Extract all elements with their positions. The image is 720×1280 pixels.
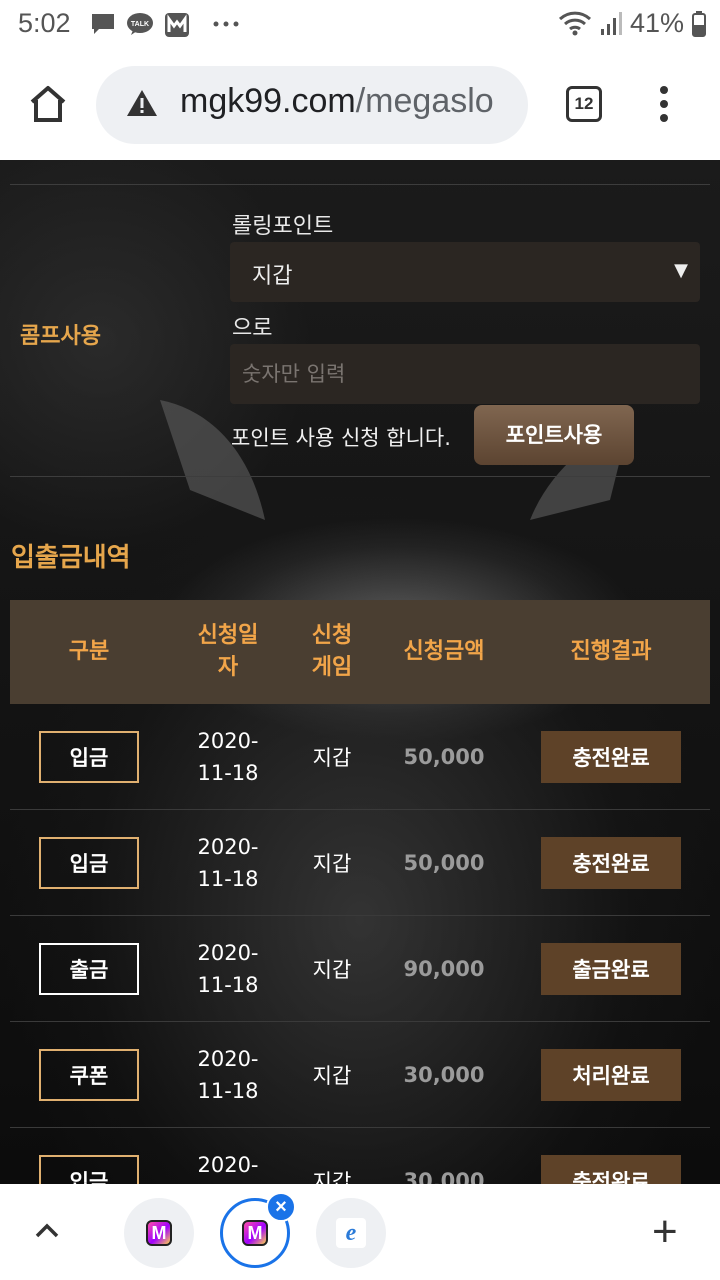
rolling-point-label: 롤링포인트 [232, 214, 334, 239]
bottom-tab-bar: M M × e + [0, 1184, 720, 1280]
date-line1: 2020- [197, 1153, 259, 1177]
date-line1: 2020- [197, 729, 259, 753]
amount-cell: 30,000 [403, 1169, 485, 1184]
game-cell: 지갑 [312, 958, 352, 982]
status-badge: 충전완료 [541, 731, 681, 783]
tab-thumbnail[interactable]: M [124, 1198, 194, 1268]
wallet-select[interactable]: 지갑 ▼ [230, 242, 700, 302]
status-badge: 충전완료 [541, 837, 681, 889]
game-cell: 지갑 [312, 1170, 352, 1184]
m-app-icon: M [146, 1220, 172, 1246]
warning-icon[interactable] [126, 88, 158, 118]
close-tab-icon[interactable]: × [266, 1192, 296, 1222]
date-line1: 2020- [197, 1047, 259, 1071]
amount-cell: 50,000 [403, 851, 485, 875]
message-icon [92, 14, 114, 34]
wallet-select-value: 지갑 [252, 264, 293, 289]
amount-cell: 50,000 [403, 745, 485, 769]
url-path: /megaslo [355, 82, 494, 120]
col-game-line2: 게임 [311, 655, 353, 680]
dropdown-arrow-icon: ▼ [674, 260, 688, 281]
tab-switcher-button[interactable]: 12 [566, 86, 602, 122]
new-tab-button[interactable]: + [652, 1210, 678, 1254]
table-row: 입금 2020- 11-18 지갑 50,000 충전완료 [10, 810, 710, 916]
kakaotalk-icon: TALK [127, 13, 153, 35]
game-cell: 지갑 [312, 1064, 352, 1088]
browser-menu-icon[interactable] [652, 86, 676, 126]
status-bar: 5:02 TALK 41% [0, 0, 720, 48]
history-title: 입출금내역 [11, 543, 131, 573]
amount-cell: 30,000 [403, 1063, 485, 1087]
date-line2: 11-18 [197, 1079, 259, 1103]
col-game: 신청게임 [288, 600, 376, 704]
m-app-icon [165, 13, 189, 37]
table-row: 입금 2020-11-18 지갑 30,000 충전완료 [10, 1128, 710, 1184]
status-badge: 출금완료 [541, 943, 681, 995]
battery-icon [692, 10, 706, 37]
type-badge: 출금 [39, 943, 139, 995]
status-badge: 처리완료 [541, 1049, 681, 1101]
type-badge: 입금 [39, 731, 139, 783]
more-icon [213, 21, 239, 27]
to-label: 으로 [232, 316, 273, 341]
points-amount-input[interactable] [230, 344, 700, 404]
table-row: 입금 2020- 11-18 지갑 50,000 충전완료 [10, 704, 710, 810]
web-content: 롤링포인트 콤프사용 지갑 ▼ 으로 포인트 사용 신청 합니다. 포인트사용 … [0, 160, 720, 1184]
col-date-line1: 신청일 [197, 623, 259, 648]
col-amount: 신청금액 [403, 639, 485, 664]
divider [10, 476, 710, 477]
ie-icon: e [336, 1218, 366, 1248]
tab-thumbnail[interactable]: e [316, 1198, 386, 1268]
status-badge: 충전완료 [541, 1155, 681, 1184]
table-row: 쿠폰 2020- 11-18 지갑 30,000 처리완료 [10, 1022, 710, 1128]
comp-use-label: 콤프사용 [20, 324, 101, 349]
col-date: 신청일자 [168, 600, 288, 704]
status-right: 41% [558, 8, 706, 39]
date-line1: 2020- [197, 941, 259, 965]
date-line2: 11-18 [197, 761, 259, 785]
cat-ear-left-decoration [160, 400, 265, 520]
url-bar[interactable]: mgk99.com/megaslo [96, 66, 528, 144]
table-row: 출금 2020- 11-18 지갑 90,000 출금완료 [10, 916, 710, 1022]
history-table-header: 구분 신청일자 신청게임 신청금액 진행결과 [10, 600, 710, 704]
date-line1: 2020- [197, 835, 259, 859]
url-domain: mgk99.com [180, 82, 356, 120]
col-result: 진행결과 [570, 639, 652, 664]
home-icon[interactable] [24, 80, 72, 128]
url-text[interactable]: mgk99.com/megaslo [180, 82, 520, 121]
apply-text: 포인트 사용 신청 합니다. [231, 426, 451, 450]
wifi-icon [558, 11, 591, 35]
game-cell: 지갑 [312, 746, 352, 770]
date-line2: 11-18 [197, 867, 259, 891]
signal-icon [600, 11, 622, 35]
col-date-line2: 자 [217, 655, 239, 680]
game-cell: 지갑 [312, 852, 352, 876]
divider [10, 184, 710, 185]
svg-text:TALK: TALK [131, 21, 149, 28]
use-points-button[interactable]: 포인트사용 [474, 405, 634, 465]
type-badge: 입금 [39, 837, 139, 889]
browser-toolbar: mgk99.com/megaslo 12 [0, 48, 720, 160]
status-time: 5:02 [18, 8, 71, 38]
chevron-up-icon[interactable] [32, 1216, 62, 1246]
type-badge: 쿠폰 [39, 1049, 139, 1101]
date-line2: 11-18 [197, 973, 259, 997]
col-game-line1: 신청 [311, 623, 353, 648]
amount-cell: 90,000 [403, 957, 485, 981]
col-type: 구분 [68, 639, 110, 664]
type-badge: 입금 [39, 1155, 139, 1184]
m-app-icon: M [242, 1220, 268, 1246]
battery-percent: 41% [629, 8, 684, 38]
